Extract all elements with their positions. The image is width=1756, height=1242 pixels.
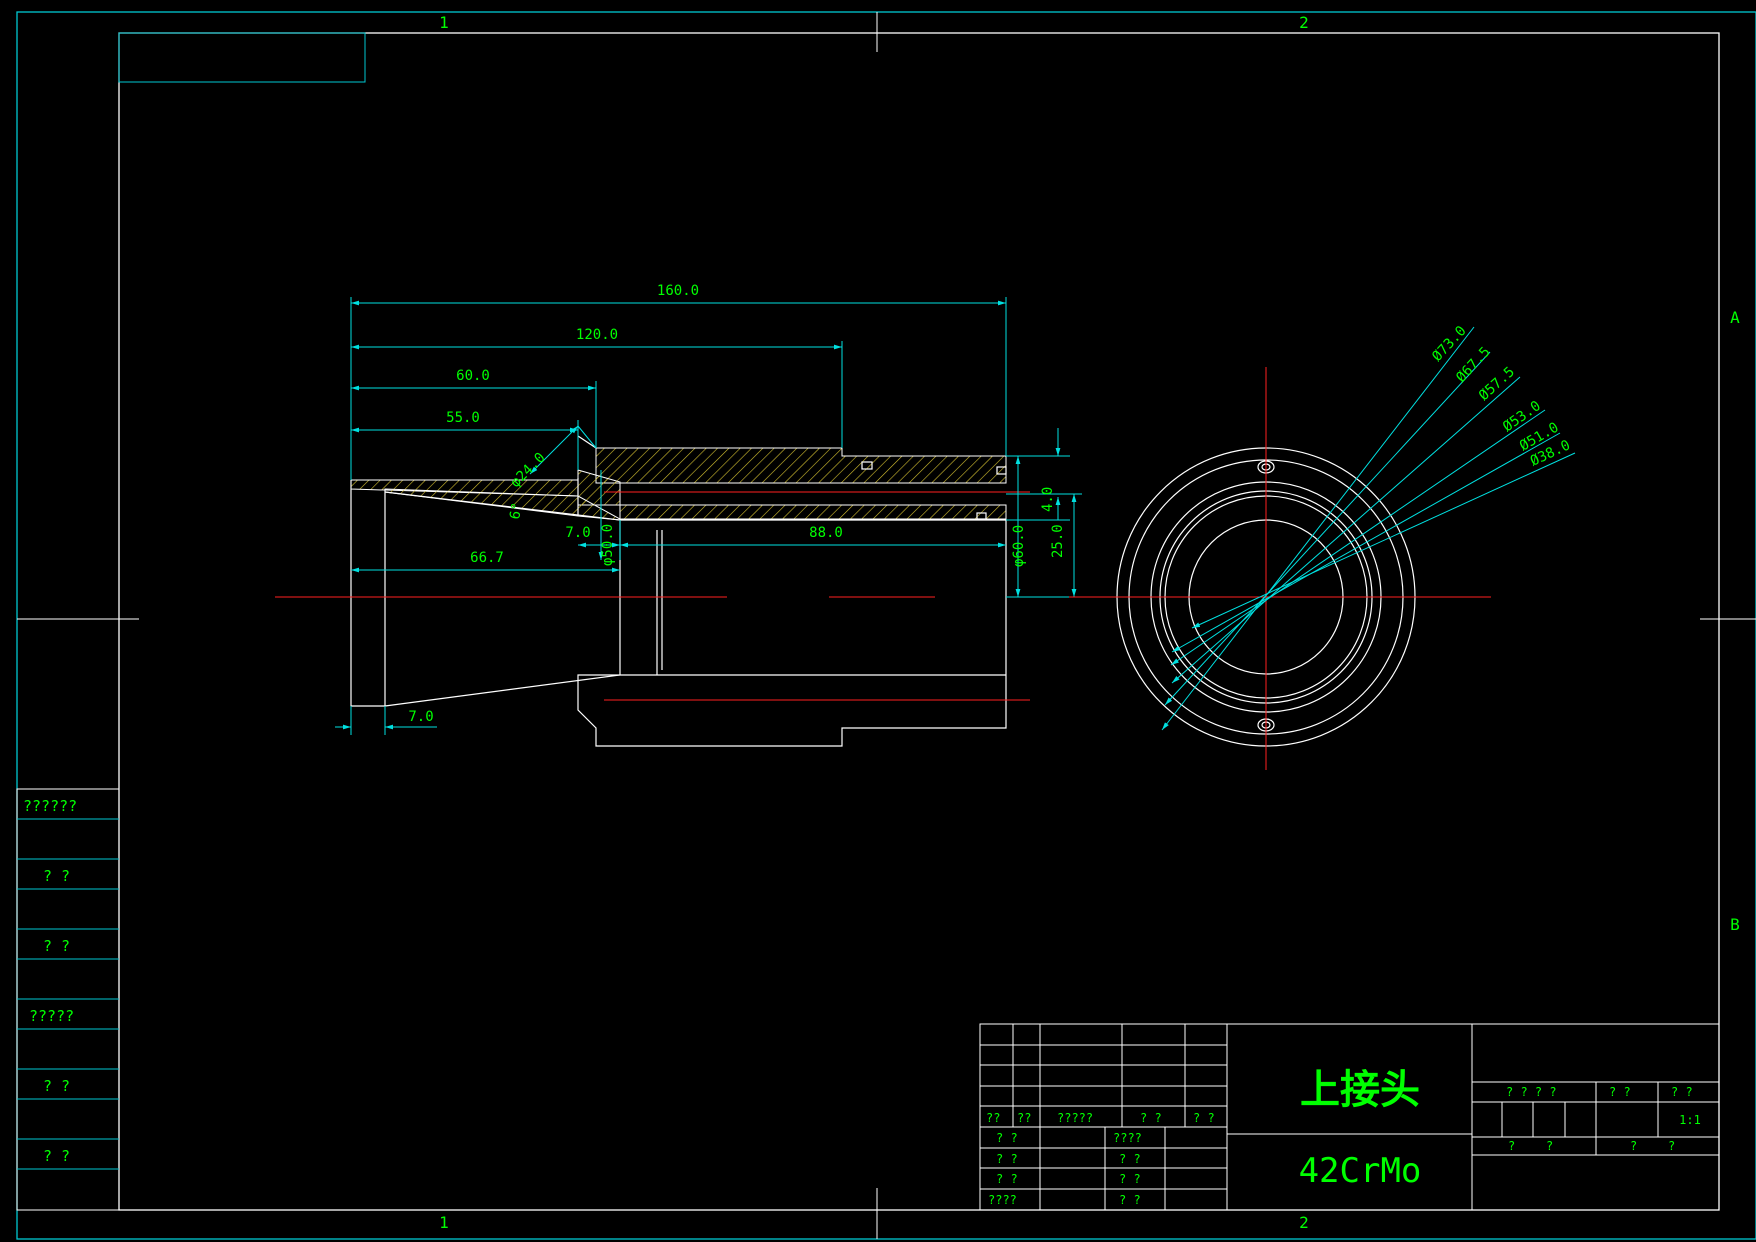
leader-line (1191, 452, 1576, 629)
title-block-cell: ? ? (996, 1152, 1018, 1166)
title-block-cell: ? ? (1140, 1111, 1162, 1125)
title-block-cell: ? (1668, 1139, 1675, 1153)
material: 42CrMo (1299, 1151, 1422, 1191)
dim-text: 7.0 (408, 709, 433, 725)
side-table-cell: ? ? (43, 1077, 70, 1095)
side-table-cell: ? ? (43, 867, 70, 885)
grid-label: 2 (1299, 1213, 1309, 1232)
dim-text: φ60.0 (1011, 525, 1027, 567)
part-outline (577, 519, 1007, 747)
title-block-cell: ? ? ? ? (1506, 1085, 1557, 1099)
part-outline (577, 435, 597, 449)
title-block-cell: ? ? (1671, 1085, 1693, 1099)
dim-text: 25.0 (1050, 524, 1066, 558)
title-block-cell: ?? (1017, 1111, 1031, 1125)
dim-text: 4.0 (1040, 487, 1056, 512)
hatch-upper-wall (595, 447, 1007, 484)
grid-label: 2 (1299, 13, 1309, 32)
side-table-cell: ?????? (23, 797, 77, 815)
title-block-cell: ? ? (1119, 1152, 1141, 1166)
dim-text: 88.0 (809, 525, 843, 541)
grid-label: A (1730, 308, 1740, 327)
title-block-cell: ? ? (1119, 1172, 1141, 1186)
side-table-cell: ? ? (43, 937, 70, 955)
section-view: 160.0 120.0 60.0 55.0 φ24.0 6° 7.0 88.0 … (275, 283, 1082, 747)
title-block-cell: ? ? (1193, 1111, 1215, 1125)
title-block-cell: ???? (1113, 1131, 1142, 1145)
extension-line (577, 425, 597, 449)
hatch-tube-wall (619, 504, 1007, 520)
title-block-cell: ?? (986, 1111, 1000, 1125)
side-table-cell: ????? (29, 1007, 74, 1025)
leader-line (1161, 326, 1475, 731)
end-view-dim: Ø67.5 (1453, 344, 1493, 386)
title-block-cell: ? ? (996, 1131, 1018, 1145)
code-box (118, 32, 366, 83)
title-block-cell: ? ? (1119, 1193, 1141, 1207)
part-name: 上接头 (1300, 1067, 1420, 1113)
title-block-scale: 1:1 (1679, 1113, 1701, 1127)
dim-text: 7.0 (565, 525, 590, 541)
title-block-cell: ???? (988, 1193, 1017, 1207)
dim-text: 60.0 (456, 368, 490, 384)
leader-line (1164, 351, 1491, 706)
dim-text: 55.0 (446, 410, 480, 426)
title-block-cell: ? (1546, 1139, 1553, 1153)
dim-text: 66.7 (470, 550, 504, 566)
dim-text: φ50.0 (600, 524, 616, 566)
dim-text: 6° (507, 501, 526, 520)
end-view: Ø73.0 Ø67.5 Ø57.5 Ø53.0 Ø51.0 Ø38.0 (1069, 323, 1576, 770)
title-block-cell: ? ? (996, 1172, 1018, 1186)
cad-drawing: 1 2 1 2 A B ?????? ? ? ? ? ????? ? ? ? ?… (16, 11, 1756, 1240)
part-outline (350, 480, 385, 707)
grid-label: B (1730, 915, 1740, 934)
grid-label: 1 (439, 1213, 449, 1232)
grid-label: 1 (439, 13, 449, 32)
outer-border (16, 11, 1756, 1240)
dim-text: 160.0 (657, 283, 699, 299)
sheet-frame (16, 11, 1756, 1240)
title-block-cell: ? (1508, 1139, 1515, 1153)
inner-border (118, 32, 1720, 1211)
leader-line (1170, 409, 1546, 666)
title-block-cell: ????? (1057, 1111, 1093, 1125)
grid-labels: 1 2 1 2 A B (439, 13, 1740, 1232)
side-table-cell: ? ? (43, 1147, 70, 1165)
title-block-cell: ? (1630, 1139, 1637, 1153)
leader-line (1171, 376, 1521, 684)
side-table: ?????? ? ? ? ? ????? ? ? ? ? (16, 788, 120, 1211)
dim-text: 120.0 (576, 327, 618, 343)
title-block-cell: ? ? (1609, 1085, 1631, 1099)
